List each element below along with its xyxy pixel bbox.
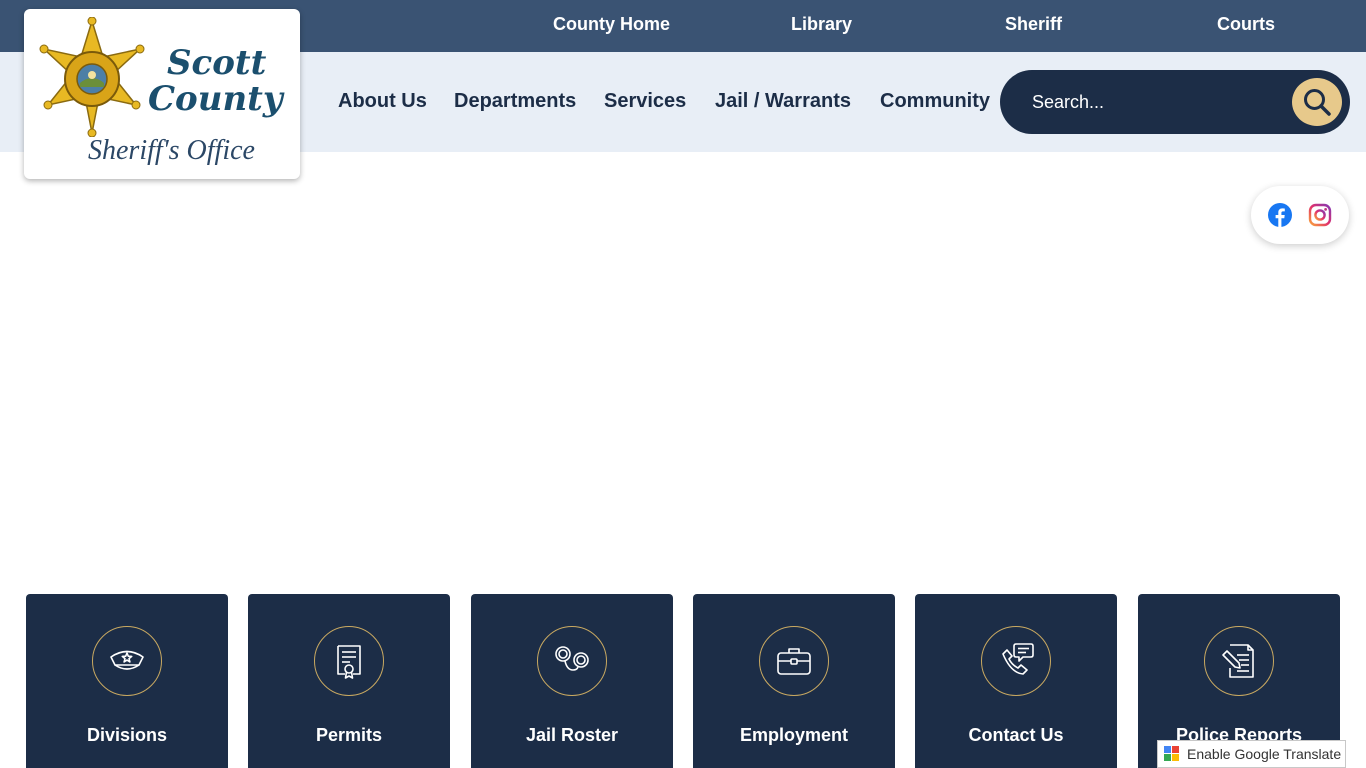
- google-translate-icon: [1164, 746, 1179, 761]
- nav-about-us[interactable]: About Us: [338, 90, 427, 113]
- tile-label-permits: Permits: [315, 725, 383, 745]
- nav-departments[interactable]: Departments: [454, 90, 576, 113]
- tile-divisions[interactable]: Divisions: [26, 594, 228, 768]
- logo-text-sheriffs-office: Sheriff's Office: [88, 135, 255, 166]
- tile-permits[interactable]: Permits: [248, 594, 450, 768]
- search-input[interactable]: [1032, 84, 1272, 120]
- top-link-library[interactable]: Library: [791, 14, 852, 35]
- tile-jail-roster[interactable]: Jail Roster: [471, 594, 673, 768]
- tile-label-employment: Employment: [739, 725, 849, 745]
- tile-employment[interactable]: Employment: [693, 594, 895, 768]
- tile-label-contact-us: Contact Us: [968, 725, 1064, 745]
- handcuffs-icon: [555, 646, 589, 671]
- police-hat-icon: [110, 650, 144, 670]
- briefcase-icon: [777, 648, 811, 675]
- nav-community[interactable]: Community: [880, 90, 990, 113]
- search-button[interactable]: [1290, 76, 1344, 128]
- certificate-icon: [337, 645, 361, 679]
- social-links: [1251, 186, 1349, 244]
- top-link-sheriff[interactable]: Sheriff: [1005, 14, 1062, 35]
- tile-icon-ring: [314, 626, 384, 696]
- report-pen-icon: [1222, 644, 1254, 678]
- tile-icon-ring: [981, 626, 1051, 696]
- tile-contact-us[interactable]: Contact Us: [915, 594, 1117, 768]
- logo-text-scott: Scott: [167, 43, 267, 83]
- tile-icon-ring: [1204, 626, 1274, 696]
- sheriff-badge-icon: [39, 17, 145, 137]
- logo-text-county: County: [148, 79, 283, 119]
- nav-jail-warrants[interactable]: Jail / Warrants: [715, 90, 851, 113]
- tile-icon-ring: [759, 626, 829, 696]
- top-link-county-home[interactable]: County Home: [553, 14, 670, 35]
- tile-label-jail-roster: Jail Roster: [525, 725, 619, 745]
- nav-services[interactable]: Services: [604, 90, 686, 113]
- facebook-icon[interactable]: [1268, 203, 1292, 227]
- site-logo[interactable]: Scott County Sheriff's Office: [24, 9, 300, 179]
- google-translate-label: Enable Google Translate: [1187, 746, 1342, 762]
- tile-label-divisions: Divisions: [86, 725, 168, 745]
- top-link-courts[interactable]: Courts: [1217, 14, 1275, 35]
- search-icon: [1304, 89, 1331, 116]
- phone-chat-icon: [1002, 643, 1034, 675]
- tile-icon-ring: [92, 626, 162, 696]
- google-translate-button[interactable]: Enable Google Translate: [1157, 740, 1346, 768]
- instagram-icon[interactable]: [1308, 203, 1332, 227]
- tile-icon-ring: [537, 626, 607, 696]
